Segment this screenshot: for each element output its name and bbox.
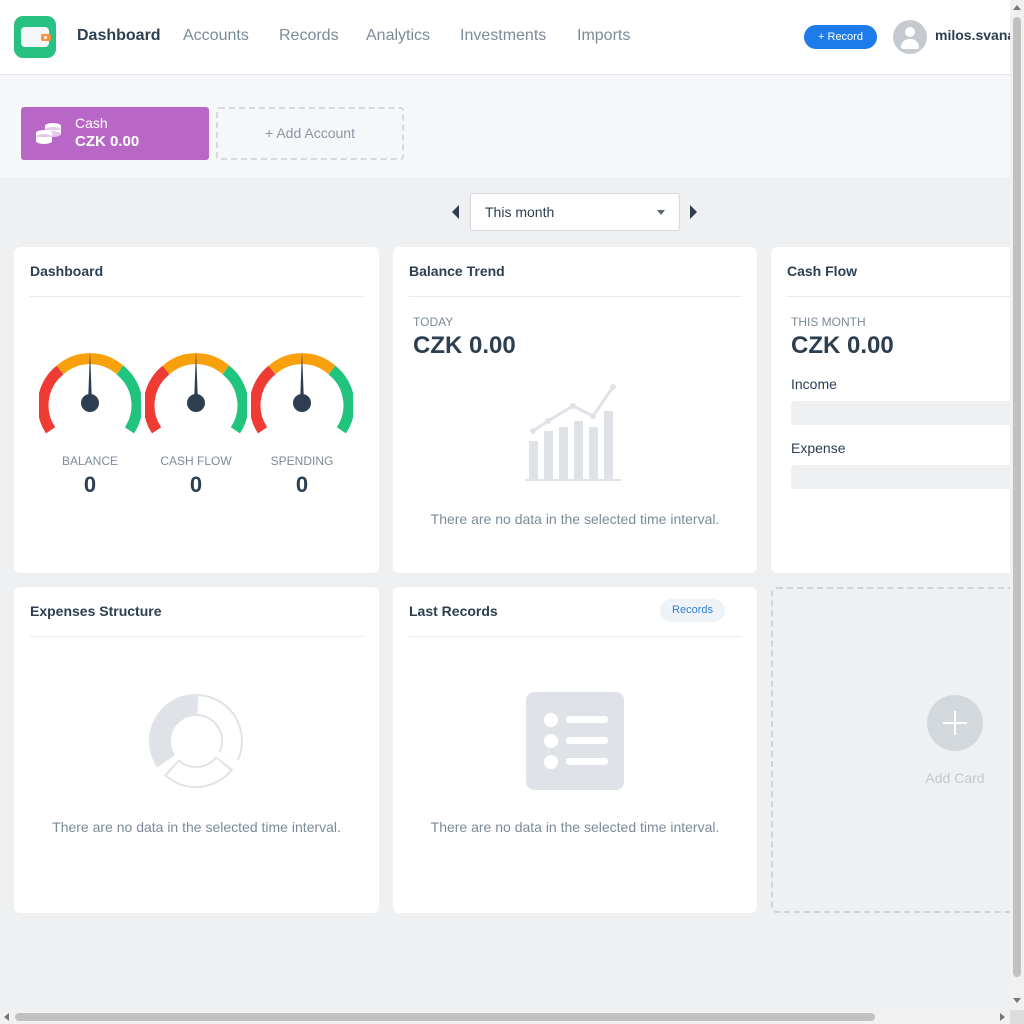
scroll-up-icon[interactable] [1013,5,1021,10]
nav-accounts[interactable]: Accounts [183,0,249,74]
expense-bar [791,465,1016,489]
add-card-tile[interactable]: Add Card [771,587,1016,913]
divider [409,296,741,297]
divider [30,636,363,637]
vertical-scrollbar[interactable] [1010,0,1024,1010]
gauge-value: 0 [83,472,97,497]
empty-state-text: There are no data in the selected time i… [430,819,720,835]
last-records-card: Last Records Records There are no data i… [393,587,757,913]
card-title: Cash Flow [787,263,858,279]
top-navigation-bar: Dashboard Accounts Records Analytics Inv… [0,0,1015,75]
scrollbar-corner [1010,1010,1024,1024]
card-title: Last Records [409,603,498,619]
nav-analytics[interactable]: Analytics [366,0,430,74]
divider [409,636,741,637]
list-icon [526,692,624,790]
nav-records[interactable]: Records [279,0,339,74]
gauge-label: BALANCE [61,454,119,468]
account-name: Cash [75,115,108,131]
previous-period-icon[interactable] [452,205,459,219]
account-balance: CZK 0.00 [75,133,140,150]
nav-investments[interactable]: Investments [460,0,546,74]
expense-label: Expense [791,440,846,456]
gauge-icon [251,351,353,434]
period-label: TODAY [413,315,454,329]
accounts-strip: Cash CZK 0.00 + Add Account [0,75,1010,178]
cash-flow-card: Cash Flow THIS MONTH CZK 0.00 Income Exp… [771,247,1016,573]
username[interactable]: milos.svana [935,27,1015,43]
period-label: THIS MONTH [791,315,866,329]
gauge-icon [145,351,247,434]
scroll-down-icon[interactable] [1013,998,1021,1003]
nav-dashboard[interactable]: Dashboard [77,0,161,74]
card-title: Dashboard [30,263,104,279]
income-bar [791,401,1016,425]
wallet-logo-icon[interactable] [14,16,56,58]
nav-imports[interactable]: Imports [577,0,630,74]
spending-gauge: SPENDING 0 [251,347,353,497]
donut-chart-icon [149,694,243,788]
gauge-value: 0 [189,472,203,497]
scroll-right-icon[interactable] [1000,1013,1005,1021]
expenses-structure-card: Expenses Structure There are no data in … [14,587,379,913]
period-select[interactable]: This month [470,193,680,231]
user-avatar-icon[interactable] [893,20,927,54]
gauge-value: 0 [295,472,309,497]
horizontal-scroll-thumb[interactable] [15,1013,875,1021]
chevron-down-icon [657,210,665,215]
divider [30,296,363,297]
balance-value: CZK 0.00 [413,332,516,359]
card-title: Expenses Structure [30,603,162,619]
add-card-label: Add Card [925,770,985,786]
period-select-value: This month [485,204,555,220]
balance-gauge: BALANCE 0 [39,347,141,497]
horizontal-scrollbar[interactable] [0,1010,1010,1024]
vertical-scroll-thumb[interactable] [1013,17,1021,977]
scroll-left-icon[interactable] [4,1013,9,1021]
add-account-button[interactable]: + Add Account [216,107,404,160]
balance-trend-card: Balance Trend TODAY CZK 0.00 There are n… [393,247,757,573]
plus-icon[interactable] [927,695,983,751]
records-link-button[interactable]: Records [660,599,725,622]
add-record-button[interactable]: + Record [804,25,877,49]
cash-flow-gauge: CASH FLOW 0 [145,347,247,497]
cash-flow-value: CZK 0.00 [791,332,894,359]
empty-state-text: There are no data in the selected time i… [430,511,720,527]
empty-state-text: There are no data in the selected time i… [52,819,341,835]
income-label: Income [791,376,837,392]
next-period-icon[interactable] [690,205,697,219]
dashboard-card: Dashboard BALANCE 0 CASH FLOW 0 SPENDING… [14,247,379,573]
gauge-label: CASH FLOW [160,454,232,468]
coins-icon [36,123,61,144]
account-card-cash[interactable]: Cash CZK 0.00 [21,107,209,160]
gauge-icon [39,351,141,434]
gauge-label: SPENDING [270,454,334,468]
divider [787,296,1016,297]
trend-chart-icon [525,384,621,481]
card-title: Balance Trend [409,263,505,279]
